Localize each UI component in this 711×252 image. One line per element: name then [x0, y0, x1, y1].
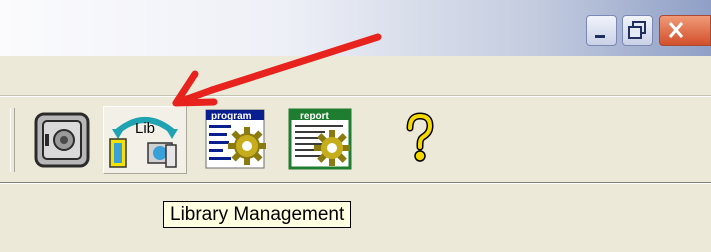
svg-text:Lib: Lib	[135, 120, 155, 137]
restore-icon	[628, 21, 646, 39]
close-button[interactable]	[659, 15, 711, 46]
close-icon	[668, 22, 684, 38]
safe-icon	[34, 112, 90, 168]
minimize-button[interactable]	[586, 15, 617, 46]
safe-button[interactable]	[28, 106, 98, 174]
program-gear-icon: program	[205, 109, 266, 169]
report-gear-icon: report	[288, 108, 352, 170]
tooltip: Library Management	[163, 201, 352, 228]
toolbar-grip[interactable]	[10, 108, 15, 172]
svg-text:report: report	[300, 111, 330, 122]
svg-text:program: program	[211, 111, 252, 122]
library-management-icon: Lib	[109, 117, 178, 168]
minimize-icon	[595, 35, 605, 38]
library-management-button[interactable]: Lib	[103, 106, 187, 174]
toolbar-divider-highlight	[0, 183, 711, 184]
restore-button[interactable]	[622, 15, 653, 46]
help-button[interactable]	[398, 106, 442, 174]
window-title-bar[interactable]	[0, 0, 711, 56]
help-icon	[406, 112, 434, 162]
menu-bar	[0, 56, 711, 96]
program-button[interactable]: program	[203, 106, 273, 174]
report-button[interactable]: report	[286, 106, 358, 174]
